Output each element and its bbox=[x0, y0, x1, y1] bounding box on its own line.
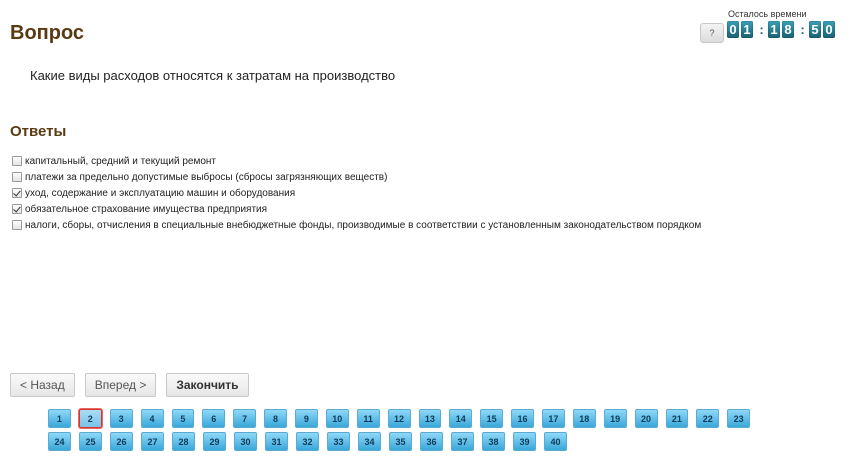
timer-digit: 8 bbox=[782, 21, 794, 38]
page-button[interactable]: 12 bbox=[387, 409, 411, 428]
answer-option[interactable]: платежи за предельно допустимые выбросы … bbox=[12, 169, 701, 185]
pager-row: 1 2 3 4 5 6 7 8 9 10 11 12 13 14 15 16 17 18 19 20 21 22 23 bbox=[48, 409, 758, 430]
answer-label: платежи за предельно допустимые выбросы … bbox=[25, 171, 388, 183]
timer-separator: : bbox=[759, 22, 764, 37]
page-button[interactable]: 36 bbox=[420, 432, 443, 451]
page-button[interactable]: 35 bbox=[389, 432, 412, 451]
answer-checkbox[interactable] bbox=[12, 172, 22, 182]
answer-option[interactable]: уход, содержание и эксплуатацию машин и … bbox=[12, 185, 701, 201]
page-button[interactable]: 25 bbox=[79, 432, 102, 451]
page-button[interactable]: 27 bbox=[141, 432, 164, 451]
page-button[interactable]: 8 bbox=[264, 409, 287, 428]
answer-checkbox[interactable] bbox=[12, 156, 22, 166]
page-button[interactable]: 15 bbox=[480, 409, 504, 428]
forward-button[interactable]: Вперед > bbox=[84, 373, 157, 397]
help-button[interactable]: ? bbox=[700, 23, 724, 43]
question-title: Вопрос bbox=[10, 22, 85, 44]
pager-row: 24 25 26 27 28 29 30 31 32 33 34 35 36 37 38 39 40 bbox=[48, 432, 758, 453]
answer-label: уход, содержание и эксплуатацию машин и … bbox=[25, 187, 296, 199]
question-pager: 1 2 3 4 5 6 7 8 9 10 11 12 13 14 15 16 17 18 19 20 21 22 23 24 2… bbox=[48, 409, 758, 455]
page-button[interactable]: 20 bbox=[634, 409, 658, 428]
page-button[interactable]: 18 bbox=[572, 409, 596, 428]
answer-checkbox[interactable] bbox=[12, 204, 22, 214]
page-button[interactable]: 30 bbox=[234, 432, 257, 451]
answer-checkbox[interactable] bbox=[12, 220, 22, 230]
page-button[interactable]: 4 bbox=[140, 409, 164, 428]
page-button[interactable]: 38 bbox=[482, 432, 505, 451]
page-button[interactable]: 32 bbox=[296, 432, 319, 451]
page-button[interactable]: 39 bbox=[513, 432, 536, 451]
page-button[interactable]: 2 bbox=[78, 409, 102, 428]
countdown-timer: 0 1 : 1 8 : 5 0 bbox=[727, 21, 837, 38]
page-button[interactable]: 33 bbox=[327, 432, 350, 451]
timer-digit: 1 bbox=[741, 21, 753, 38]
answer-label: капитальный, средний и текущий ремонт bbox=[25, 155, 217, 167]
page-button[interactable]: 21 bbox=[665, 409, 689, 428]
answer-label: налоги, сборы, отчисления в специальные … bbox=[25, 219, 702, 231]
page-button[interactable]: 22 bbox=[696, 409, 720, 428]
page-button[interactable]: 1 bbox=[48, 409, 71, 428]
page-button[interactable]: 5 bbox=[171, 409, 195, 428]
page-button[interactable]: 10 bbox=[325, 409, 349, 428]
page-button[interactable]: 26 bbox=[110, 432, 133, 451]
page-button[interactable]: 24 bbox=[48, 432, 71, 451]
timer-digit: 0 bbox=[823, 21, 835, 38]
answer-option[interactable]: налоги, сборы, отчисления в специальные … bbox=[12, 217, 701, 233]
back-button[interactable]: < Назад bbox=[10, 373, 75, 397]
answer-checkbox[interactable] bbox=[12, 188, 22, 198]
answer-option[interactable]: обязательное страхование имущества предп… bbox=[12, 201, 701, 217]
timer-digit: 1 bbox=[768, 21, 780, 38]
answer-label: обязательное страхование имущества предп… bbox=[25, 203, 268, 215]
page-button[interactable]: 34 bbox=[358, 432, 381, 451]
page-button[interactable]: 17 bbox=[542, 409, 565, 428]
page-button[interactable]: 16 bbox=[511, 409, 534, 428]
navigation-bar: < Назад Вперед > Закончить bbox=[10, 373, 259, 397]
page-button[interactable]: 29 bbox=[203, 432, 226, 451]
page-button[interactable]: 31 bbox=[265, 432, 288, 451]
question-text: Какие виды расходов относятся к затратам… bbox=[30, 68, 396, 83]
finish-button[interactable]: Закончить bbox=[166, 373, 249, 397]
page-button[interactable]: 13 bbox=[418, 409, 442, 428]
page-button[interactable]: 19 bbox=[603, 409, 627, 428]
timer-separator: : bbox=[800, 22, 805, 37]
timer-label: Осталось времени bbox=[728, 9, 807, 19]
timer-digit: 0 bbox=[727, 21, 739, 38]
timer-digit: 5 bbox=[809, 21, 821, 38]
answers-list: капитальный, средний и текущий ремонт пл… bbox=[12, 153, 701, 233]
page-button[interactable]: 23 bbox=[727, 409, 751, 428]
page-button[interactable]: 40 bbox=[544, 432, 567, 451]
page-button[interactable]: 7 bbox=[233, 409, 257, 428]
page-button[interactable]: 6 bbox=[202, 409, 226, 428]
page-button[interactable]: 11 bbox=[356, 409, 380, 428]
page-button[interactable]: 14 bbox=[449, 409, 473, 428]
page-button[interactable]: 9 bbox=[295, 409, 318, 428]
page-button[interactable]: 3 bbox=[109, 409, 133, 428]
answers-title: Ответы bbox=[10, 123, 67, 140]
answer-option[interactable]: капитальный, средний и текущий ремонт bbox=[12, 153, 701, 169]
page-button[interactable]: 28 bbox=[172, 432, 195, 451]
page-button[interactable]: 37 bbox=[451, 432, 474, 451]
